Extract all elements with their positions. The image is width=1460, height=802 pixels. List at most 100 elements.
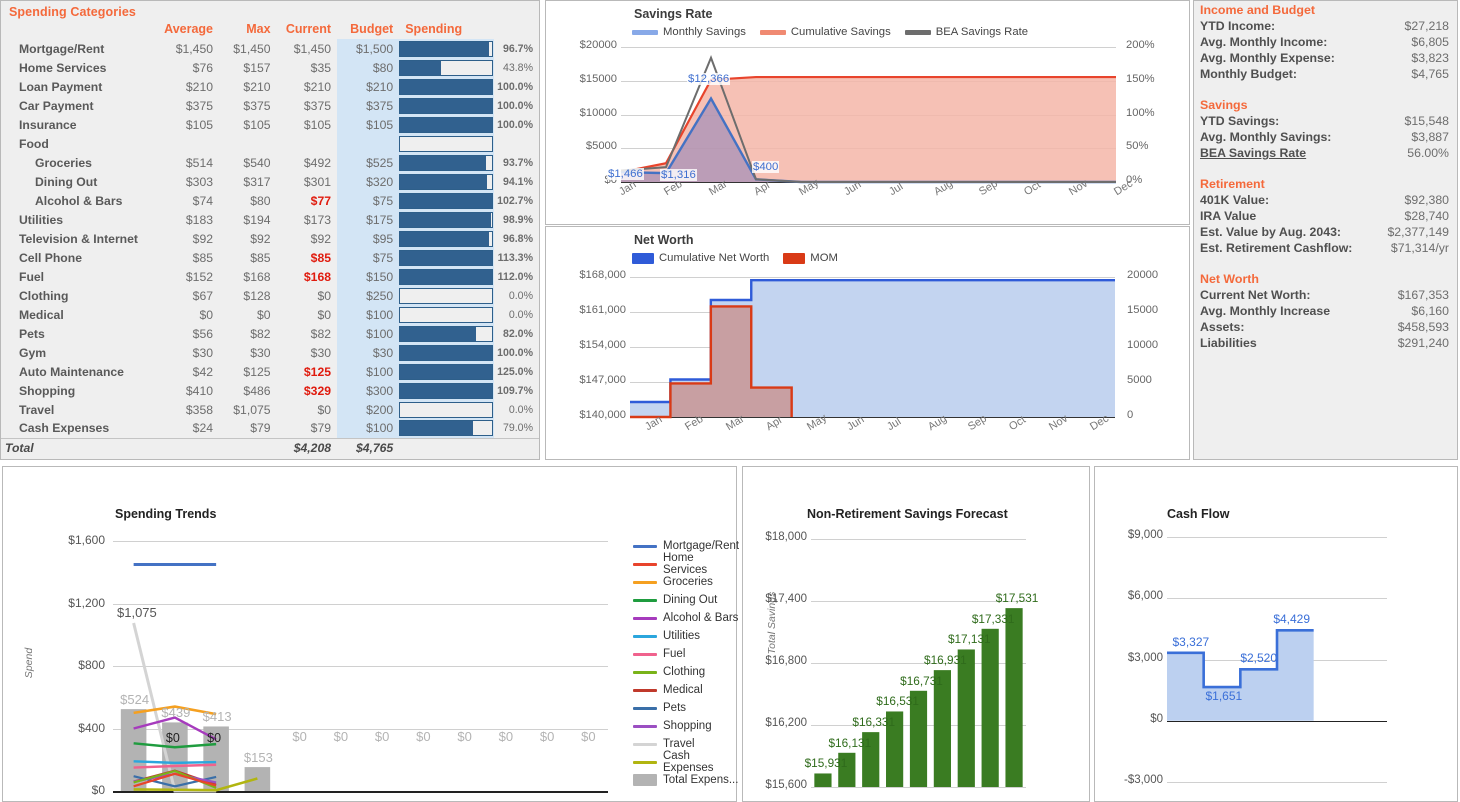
cell-category: Gym [19,345,47,360]
legend-item: Clothing [633,663,739,681]
spending-bar [399,116,494,133]
spending-bar [399,325,494,342]
col-average: Average [164,22,214,36]
cell-max: $82 [250,326,271,341]
spending-table-body: Mortgage/Rent $1,450 $1,450 $1,450 $1,500 96.… [1,39,539,457]
net-worth-chart-panel: Net Worth Cumulative Net Worth MOM $140,… [545,226,1190,460]
spending-trends-panel: Spending Trends Spend $0 $400 $800 $1,200 $1… [2,466,739,802]
cell-average: $67 [192,288,214,303]
trends-bar-label: $524 [120,692,150,708]
cell-budget: $175 [337,210,400,229]
cashflow-data-label: $3,327 [1172,634,1210,649]
cell-current: $35 [310,60,332,75]
cell-category: Mortgage/Rent [19,41,105,56]
spending-bar-fill [400,326,476,341]
cell-spending-bar [399,381,495,400]
cell-max: $105 [243,117,271,132]
spending-bar [399,344,494,361]
spending-bar-fill [400,60,441,75]
cell-category: Travel [19,402,55,417]
summary-value: $28,740 [1404,209,1449,223]
spending-trends-legend: Mortgage/Rent Home Services Groceries Dinin… [633,537,739,789]
legend-label: Clothing [663,666,706,678]
trends-bar-label: $0 [581,729,596,744]
cell-spending-bar [399,134,495,153]
cell-budget: $200 [337,400,400,419]
cell-percent: 0.0% [508,403,533,416]
table-header-row: Average Max Current Budget Spending [1,21,539,39]
cell-current: $1,450 [293,41,332,56]
summary-value: $2,377,149 [1387,225,1449,239]
cell-percent: 100.0% [497,346,533,359]
legend-swatch [633,598,657,602]
legend-swatch [633,706,657,710]
cell-percent: 113.3% [497,251,533,264]
cell-percent: 43.8% [502,61,533,74]
spending-bar [399,173,494,190]
cell-average: $410 [185,383,214,398]
table-row: Loan Payment $210 $210 $210 $210 100.0% [1,77,539,96]
table-row: Insurance $105 $105 $105 $105 100.0% [1,115,539,134]
cell-percent: 79.0% [502,422,533,435]
table-row: Mortgage/Rent $1,450 $1,450 $1,450 $1,500 96.… [1,39,539,58]
cell-max: $0 [256,307,271,322]
legend-label: Fuel [663,648,686,660]
cell-budget: $100 [337,324,400,343]
summary-panel: Income and Budget YTD Income: $27,218 Avg. … [1193,0,1458,460]
summary-key: Avg. Monthly Increase [1200,304,1331,318]
cell-percent: 94.1% [502,175,533,188]
summary-key: Avg. Monthly Savings: [1200,130,1332,144]
cell-current: $85 [310,250,332,265]
summary-key: 401K Value: [1200,193,1270,207]
summary-value: $27,218 [1404,19,1449,33]
cell-spending-bar [399,362,495,381]
summary-value: 56.00% [1407,146,1449,160]
trends-bar-label: $0 [457,729,472,744]
spending-bar [399,306,494,323]
cell-spending-bar [399,172,495,191]
legend-swatch [633,652,657,656]
cell-current: $125 [303,364,332,379]
legend-swatch [633,670,657,674]
savings-ytick: $15000 [579,72,617,85]
cell-spending-bar [399,115,495,134]
legend-swatch [633,688,657,692]
legend-swatch-bea-rate [904,29,931,35]
cell-percent: 100.0% [497,99,533,112]
cell-max: $79 [250,421,271,436]
table-row: Cash Expenses $24 $79 $79 $100 79.0% [1,419,539,438]
legend-item: Alcohol & Bars [633,609,739,627]
cell-percent: 0.0% [508,308,533,321]
legend-item: Pets [633,699,739,717]
table-row: Auto Maintenance $42 $125 $125 $100 125.0% [1,362,539,381]
spending-bar [399,192,494,209]
savings-ytick: $20000 [579,39,617,51]
cell-max: $210 [243,79,271,94]
cell-spending-bar [399,400,495,419]
cell-percent: 109.7% [497,384,533,397]
cell-category: Utilities [19,212,64,227]
summary-row: Est. Retirement Cashflow: $71,314/yr [1194,240,1457,256]
forecast-bar-label: $16,731 [900,673,943,688]
cell-category: Cash Expenses [19,421,110,436]
col-spending: Spending [405,22,463,36]
savings-rate-title: Savings Rate [634,7,713,21]
cell-average: $76 [192,60,214,75]
cell-category: Home Services [19,60,107,75]
trends-bar-label: $413 [202,709,232,725]
table-total-row: Total $4,208 $4,765 [1,437,539,457]
spending-bar [399,40,494,57]
summary-row: Assets: $458,593 [1194,319,1457,335]
cell-current: $492 [303,155,332,170]
summary-row: 401K Value: $92,380 [1194,192,1457,208]
forecast-bar-label: $16,331 [852,715,896,730]
cell-current: $0 [317,307,332,322]
savings-data-label: $400 [752,161,780,174]
cell-budget: $150 [337,267,400,286]
legend-label: Home Services [663,552,708,576]
savings-ytick: $5000 [585,140,617,153]
cell-category: Medical [19,307,64,322]
cell-budget: $1,500 [337,39,400,58]
cell-average: $74 [192,193,214,208]
spending-bar-fill [400,98,493,113]
